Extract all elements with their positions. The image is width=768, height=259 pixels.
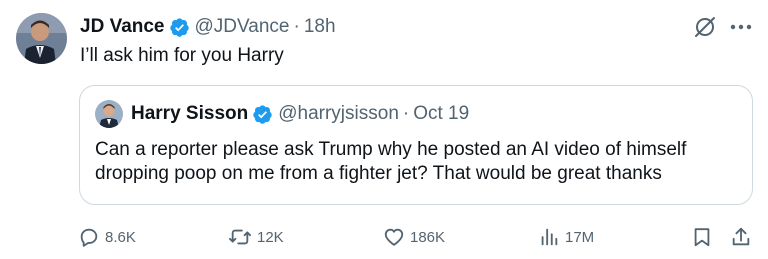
author-handle[interactable]: @JDVance — [195, 16, 290, 38]
tweet-timestamp[interactable]: 18h — [304, 16, 336, 38]
tweet-text: I’ll ask him for you Harry — [80, 45, 284, 66]
tweet-header: JD Vance @JDVance · 18h — [80, 13, 336, 41]
bookmark-button[interactable] — [691, 222, 713, 252]
quoted-author-handle[interactable]: @harryjsisson — [278, 103, 399, 125]
grok-icon[interactable] — [692, 14, 718, 40]
share-icon — [730, 226, 752, 248]
action-bar: 8.6K 12K 186K 17M — [78, 222, 758, 252]
repost-button[interactable]: 12K — [228, 222, 284, 252]
quoted-tweet-timestamp[interactable]: Oct 19 — [413, 103, 469, 125]
like-count: 186K — [410, 228, 446, 246]
separator-dot: · — [402, 103, 410, 124]
repost-count: 12K — [257, 228, 284, 246]
like-button[interactable]: 186K — [383, 222, 445, 252]
author-name[interactable]: JD Vance — [80, 16, 165, 38]
heart-icon — [383, 226, 405, 248]
quoted-tweet-card[interactable]: Harry Sisson @harryjsisson · Oct 19 Can … — [79, 85, 753, 205]
author-avatar[interactable] — [16, 13, 67, 64]
repost-icon — [228, 226, 252, 248]
quoted-author-name[interactable]: Harry Sisson — [131, 103, 248, 125]
analytics-icon — [538, 226, 560, 248]
reply-button[interactable]: 8.6K — [78, 222, 136, 252]
reply-count: 8.6K — [105, 228, 136, 246]
quoted-author-avatar[interactable] — [95, 100, 123, 128]
share-button[interactable] — [730, 222, 752, 252]
more-options-icon[interactable] — [728, 14, 754, 40]
verified-badge-icon[interactable] — [169, 17, 190, 38]
quoted-tweet-text: Can a reporter please ask Trump why he p… — [95, 139, 687, 184]
reply-icon — [78, 226, 100, 248]
separator-dot: · — [293, 16, 300, 37]
quoted-tweet-header: Harry Sisson @harryjsisson · Oct 19 — [131, 102, 469, 126]
view-count: 17M — [565, 228, 595, 246]
verified-badge-icon[interactable] — [252, 104, 273, 125]
bookmark-icon — [691, 226, 713, 248]
views-button[interactable]: 17M — [538, 222, 594, 252]
